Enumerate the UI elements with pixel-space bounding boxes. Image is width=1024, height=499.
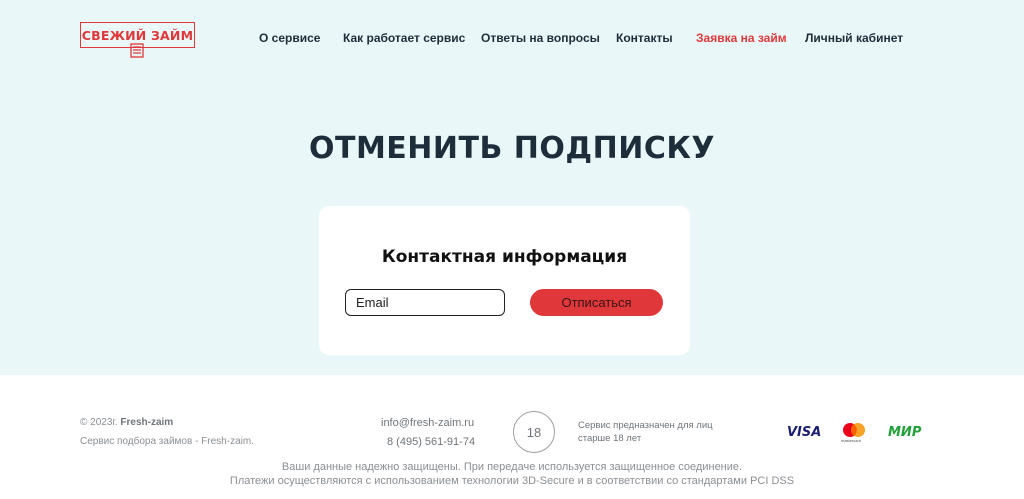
logo-text: СВЕЖИЙ ЗАЙМ — [81, 27, 194, 43]
unsubscribe-button[interactable]: Отписаться — [530, 289, 663, 316]
footer-phone-link[interactable]: 8 (495) 561-91-74 — [387, 436, 475, 448]
logo-emblem-icon — [130, 43, 144, 58]
footer-copyright: © 2023г. Fresh-zaim — [80, 417, 173, 428]
age-value: 18 — [526, 424, 542, 440]
visa-logo: VISA — [787, 425, 822, 440]
unsubscribe-card: Контактная информация Отписаться — [319, 206, 690, 355]
security-note-line-2: Платежи осуществляются с использованием … — [229, 475, 795, 487]
nav-item-personal-account[interactable]: Личный кабинет — [805, 31, 903, 45]
age-restriction-badge: 18 — [513, 411, 555, 453]
footer-description: Сервис подбора займов - Fresh-zaim. — [80, 436, 254, 447]
page-title: ОТМЕНИТЬ ПОДПИСКУ — [308, 131, 715, 166]
age-note: Сервис предназначен для лиц старше 18 ле… — [578, 420, 713, 444]
security-note-line-1: Ваши данные надежно защищены. При переда… — [281, 461, 743, 473]
mastercard-label: mastercard — [841, 438, 862, 443]
footer-brand: Fresh-zaim — [120, 417, 174, 428]
mir-logo: МИР — [888, 425, 922, 440]
logo[interactable]: СВЕЖИЙ ЗАЙМ — [80, 22, 195, 59]
nav-item-about[interactable]: О сервисе — [259, 31, 320, 45]
nav-item-faq[interactable]: Ответы на вопросы — [481, 31, 600, 45]
copyright-prefix: © 2023г. — [80, 417, 118, 428]
nav-item-loan-application[interactable]: Заявка на займ — [696, 31, 787, 45]
footer-email-link[interactable]: info@fresh-zaim.ru — [381, 417, 474, 429]
email-input[interactable] — [345, 289, 505, 316]
nav-item-contacts[interactable]: Контакты — [616, 31, 673, 45]
mastercard-logo: mastercard — [840, 422, 868, 444]
nav-item-how-it-works[interactable]: Как работает сервис — [343, 31, 465, 45]
card-title: Контактная информация — [381, 247, 628, 267]
